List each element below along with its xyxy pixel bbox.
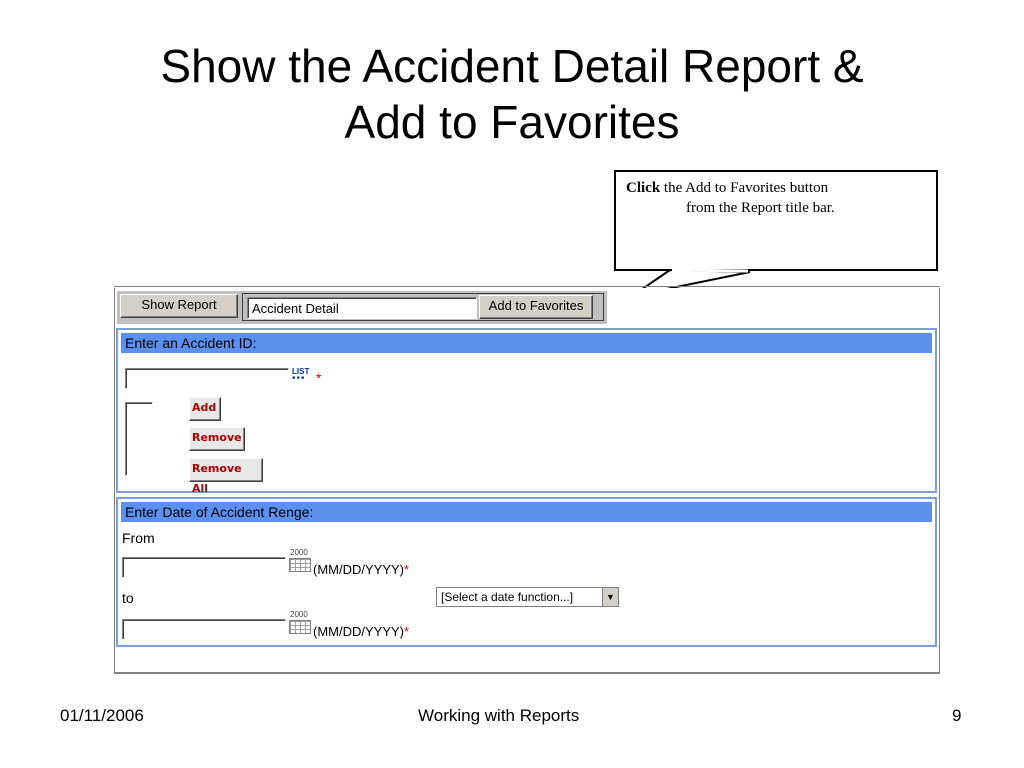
accident-id-section-header: Enter an Accident ID:: [121, 333, 932, 353]
footer-date: 01/11/2006: [60, 706, 144, 725]
frame-top-rule: [114, 286, 940, 287]
remove-button[interactable]: Remove: [189, 427, 245, 451]
from-calendar-icon[interactable]: [289, 558, 311, 572]
to-date-format: (MM/DD/YYYY)*: [313, 623, 409, 641]
to-date-input[interactable]: [122, 619, 286, 640]
required-marker: *: [316, 370, 322, 386]
slide-title-line2: Add to Favorites: [344, 96, 680, 148]
from-calendar-year: 2000: [290, 548, 308, 557]
accident-id-input[interactable]: [125, 368, 289, 389]
callout-bold-word: Click: [626, 180, 661, 196]
to-calendar-year: 2000: [290, 610, 308, 619]
report-name-field[interactable]: Accident Detail: [247, 297, 477, 319]
to-label: to: [122, 590, 134, 606]
slide-title-line1: Show the Accident Detail Report &: [160, 40, 864, 92]
callout-box: Click the Add to Favorites button from t…: [614, 170, 938, 271]
from-required-marker: *: [404, 562, 410, 577]
to-date-format-text: (MM/DD/YYYY): [313, 624, 404, 639]
show-report-button[interactable]: Show Report: [120, 294, 238, 318]
footer-title: Working with Reports: [418, 706, 580, 725]
to-calendar-icon[interactable]: [289, 620, 311, 634]
date-range-section-header: Enter Date of Accident Renge:: [121, 502, 932, 522]
remove-all-button[interactable]: Remove All: [189, 458, 263, 495]
callout-text-line1: the Add to Favorites button: [660, 180, 829, 196]
chevron-down-icon[interactable]: ▼: [602, 588, 618, 606]
add-button[interactable]: Add: [189, 397, 221, 421]
add-to-favorites-button[interactable]: Add to Favorites: [479, 295, 593, 319]
slide-title: Show the Accident Detail Report & Add to…: [0, 38, 1024, 150]
callout-text-line2: from the Report title bar.: [686, 200, 835, 216]
to-required-marker: *: [404, 624, 410, 639]
from-date-format-text: (MM/DD/YYYY): [313, 562, 404, 577]
list-icon[interactable]: •••: [292, 373, 306, 384]
from-date-input[interactable]: [122, 557, 286, 578]
footer-page-number: 9: [952, 706, 962, 725]
from-label: From: [122, 530, 155, 546]
from-date-format: (MM/DD/YYYY)*: [313, 561, 409, 579]
date-function-selected: [Select a date function...]: [441, 590, 574, 604]
date-function-select[interactable]: [Select a date function...] ▼: [436, 587, 619, 607]
accident-id-listbox[interactable]: [125, 402, 153, 476]
